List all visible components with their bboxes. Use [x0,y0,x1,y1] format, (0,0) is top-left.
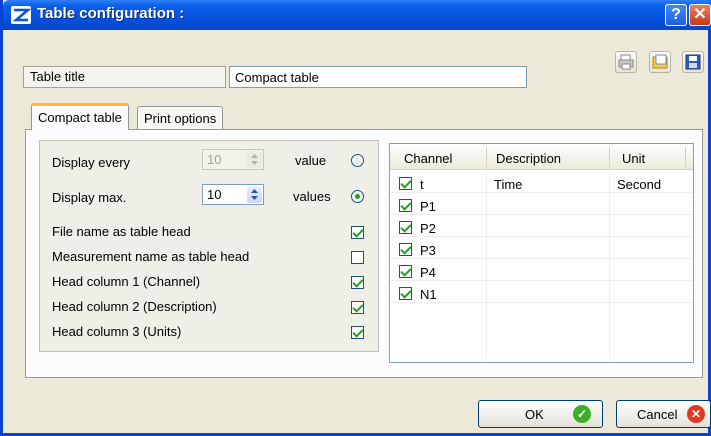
cancel-button[interactable]: Cancel ✕ [616,400,711,428]
display-max-value: 10 [207,187,222,202]
display-every-radio[interactable] [351,154,364,167]
column-divider[interactable] [685,147,686,167]
title-bar[interactable]: Table configuration : ? ✕ [3,0,711,30]
display-settings-panel: Display every 10 value Display max. 10 v… [39,140,379,352]
file-name-head-checkbox[interactable] [351,226,364,239]
channel-unit: Second [617,177,662,192]
checkbox-label: Head column 1 (Channel) [52,274,201,289]
column-header-channel[interactable]: Channel [404,151,452,166]
table-row[interactable]: P2 [390,219,693,237]
app-logo-icon [11,6,31,24]
channel-name: P3 [420,243,436,258]
grid-header: Channel Description Unit [390,144,693,170]
column-divider[interactable] [609,147,610,167]
printer-icon[interactable] [615,51,637,73]
checkbox-label: Head column 3 (Units) [52,324,182,339]
checkmark-icon: ✓ [573,405,591,423]
dialog-window: Table configuration : ? ✕ Table title Co… [0,0,711,436]
channel-name: P2 [420,221,436,236]
display-max-stepper[interactable]: 10 [202,184,264,205]
display-every-value: 10 [207,152,222,167]
export-icon[interactable] [649,51,671,73]
display-max-unit: values [293,189,331,204]
spinner-arrows-icon[interactable] [247,186,262,203]
tab-print-options[interactable]: Print options [137,106,224,130]
display-every-label: Display every [52,155,131,170]
help-button[interactable]: ? [665,4,687,26]
spinner-arrows-icon[interactable] [247,151,262,168]
display-max-label: Display max. [52,190,127,205]
display-max-radio[interactable] [351,190,364,203]
checkbox-label: Head column 2 (Description) [52,299,217,314]
channel-name: N1 [420,287,437,302]
close-button[interactable]: ✕ [689,4,711,26]
ok-button[interactable]: OK ✓ [478,400,603,428]
channel-checkbox[interactable] [399,199,412,212]
head-column-1-checkbox[interactable] [351,276,364,289]
display-every-unit: value [295,153,327,168]
channel-name: t [420,177,424,192]
channel-name: P1 [420,199,436,214]
ok-button-label: OK [525,407,544,422]
table-row[interactable]: N1 [390,285,693,303]
channel-checkbox[interactable] [399,287,412,300]
table-title-input[interactable] [229,66,527,88]
column-header-description[interactable]: Description [496,151,561,166]
cancel-button-label: Cancel [637,407,678,422]
cancel-x-icon: ✕ [687,405,705,423]
checkbox-label: File name as table head [52,224,191,239]
channel-checkbox[interactable] [399,221,412,234]
channel-checkbox[interactable] [399,265,412,278]
channel-name: P4 [420,265,436,280]
column-divider[interactable] [486,147,487,167]
table-row[interactable]: P4 [390,263,693,281]
save-icon[interactable] [682,51,704,73]
table-row[interactable]: t Time Second [390,175,693,193]
checkbox-label: Measurement name as table head [52,249,250,264]
table-row[interactable]: P1 [390,197,693,215]
tab-compact-table[interactable]: Compact table [31,103,129,130]
channel-description: Time [494,177,523,192]
table-title-label: Table title [23,66,226,88]
head-column-3-checkbox[interactable] [351,326,364,339]
channel-grid: Channel Description Unit t Time Second P… [389,143,694,363]
channel-checkbox[interactable] [399,243,412,256]
display-every-stepper[interactable]: 10 [202,149,264,170]
window-title: Table configuration : [37,5,185,22]
channel-checkbox[interactable] [399,177,412,190]
measurement-name-head-checkbox[interactable] [351,251,364,264]
head-column-2-checkbox[interactable] [351,301,364,314]
table-row[interactable]: P3 [390,241,693,259]
column-header-unit[interactable]: Unit [622,151,645,166]
